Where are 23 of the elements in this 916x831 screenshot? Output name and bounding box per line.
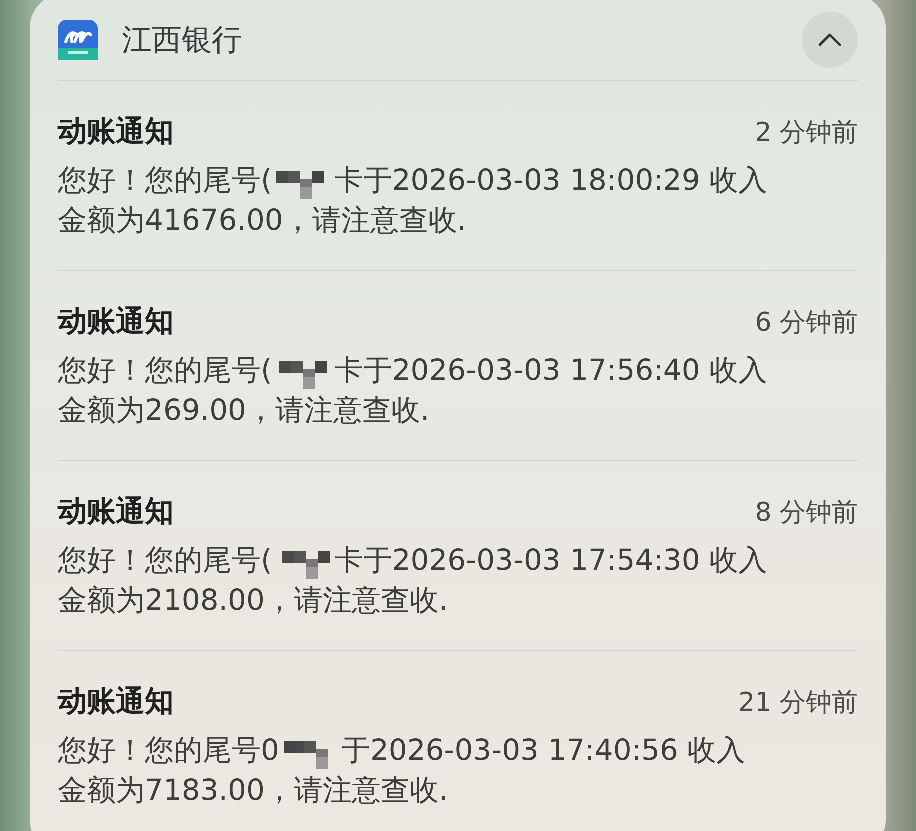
message-text: 金额为269.00，请注意查收.	[58, 392, 430, 429]
message-text: 您好！您的尾号(	[58, 352, 272, 389]
app-name: 江西银行	[122, 22, 243, 60]
notification-title: 动账通知	[58, 303, 174, 340]
message-text: 金额为41676.00，请注意查收.	[58, 202, 467, 239]
message-text: 金额为2108.00，请注意查收.	[58, 582, 448, 619]
notification-title: 动账通知	[58, 113, 174, 150]
message-text: 卡于2026-03-03 18:00:29 收入	[334, 162, 768, 199]
message-text: 您好！您的尾号(	[58, 542, 272, 579]
message-text: 于2026-03-03 17:40:56 收入	[341, 732, 746, 769]
notification-title: 动账通知	[58, 683, 174, 720]
message-text: 您好！您的尾号0	[58, 732, 280, 769]
message-text: 卡于2026-03-03 17:54:30 收入	[334, 542, 768, 579]
message-text: 卡于2026-03-03 17:56:40 收入	[334, 352, 768, 389]
notification-time: 2 分钟前	[755, 116, 858, 150]
app-icon	[58, 20, 98, 60]
notification-time: 8 分钟前	[755, 496, 858, 530]
message-text: 您好！您的尾号(	[58, 162, 272, 199]
message-text: 金额为7183.00，请注意查收.	[58, 772, 448, 809]
notification-time: 6 分钟前	[755, 306, 858, 340]
notification-time: 21 分钟前	[738, 686, 858, 720]
chevron-up-icon	[818, 33, 842, 47]
notification-title: 动账通知	[58, 493, 174, 530]
